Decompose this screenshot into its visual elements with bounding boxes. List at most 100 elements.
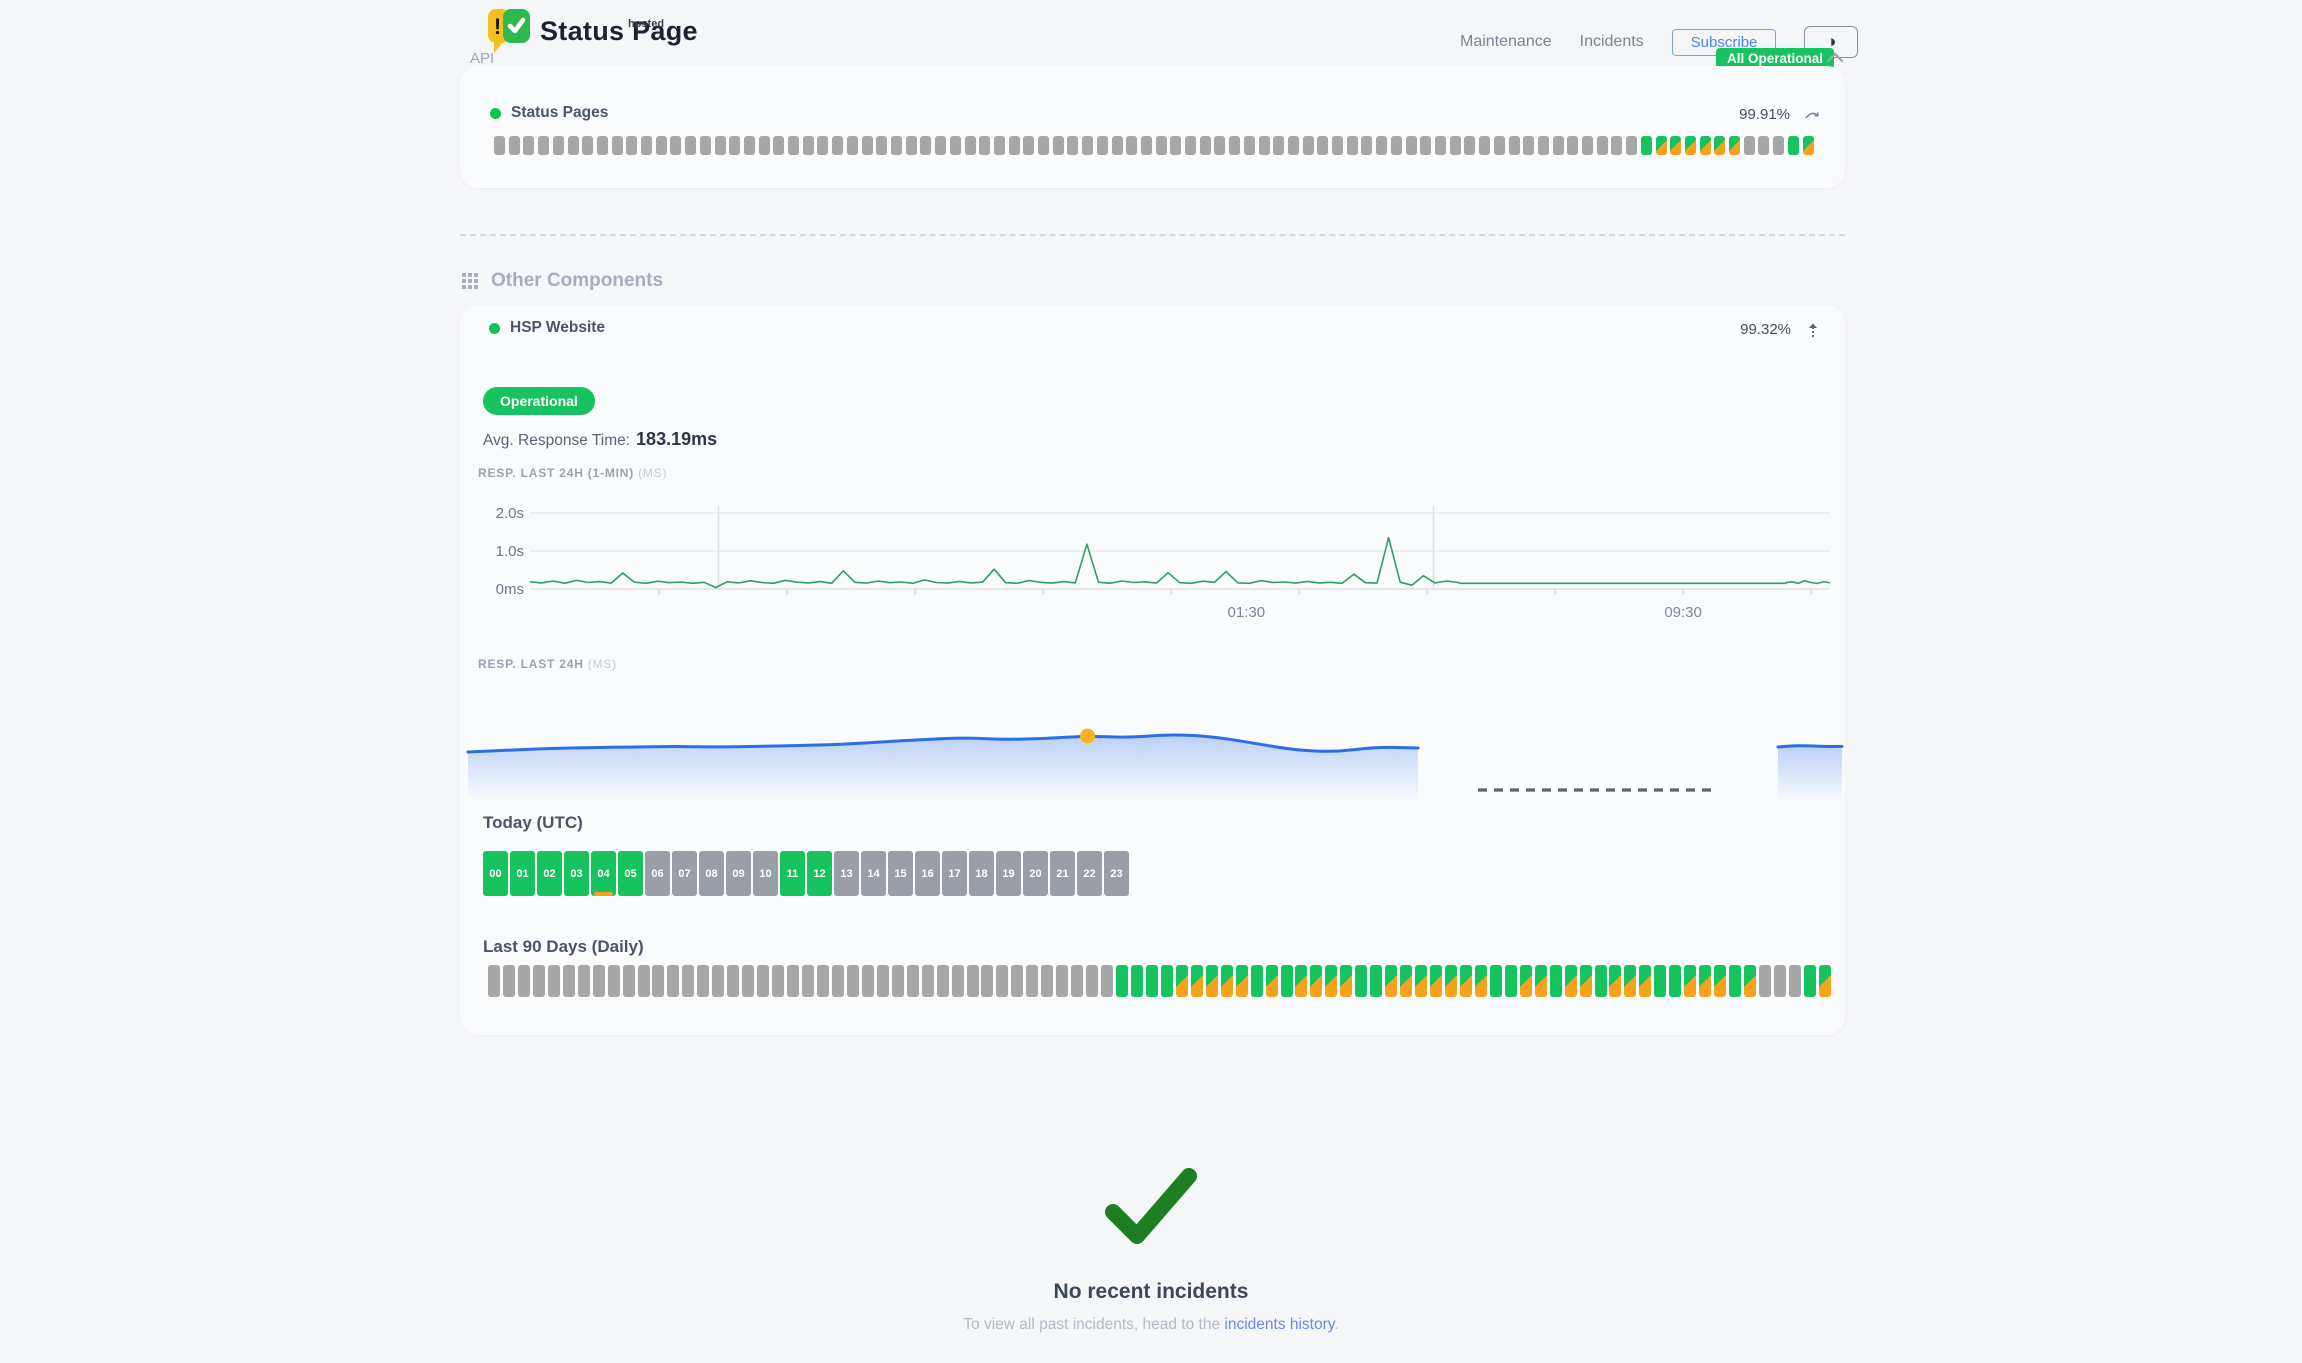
uptime-day-bar (1288, 136, 1299, 155)
section-divider (460, 234, 1845, 236)
uptime-day-bar (1266, 965, 1278, 997)
uptime-day-bar (1580, 965, 1592, 997)
uptime-day-bar (759, 136, 770, 155)
uptime-bar-row (494, 136, 1814, 155)
uptime-day-bar (1236, 965, 1248, 997)
uptime-day-bar (877, 965, 889, 997)
uptime-day-bar (1639, 965, 1651, 997)
uptime-day-bar (1185, 136, 1196, 155)
uptime-day-bar (1400, 965, 1412, 997)
uptime-day-bar (641, 136, 652, 155)
uptime-day-bar (744, 136, 755, 155)
uptime-day-bar (1774, 965, 1786, 997)
uptime-day-bar (817, 965, 829, 997)
uptime-day-bar (802, 965, 814, 997)
uptime-day-bar (773, 136, 784, 155)
refresh-icon[interactable] (1804, 108, 1821, 122)
response-time-area-chart (460, 690, 1845, 820)
incidents-history-link[interactable]: incidents history (1224, 1316, 1334, 1333)
uptime-day-bar (817, 136, 828, 155)
chevron-up-icon[interactable] (1826, 52, 1844, 64)
chart-label-text: RESP. LAST 24H (478, 657, 584, 671)
brand-name: Status Page (540, 16, 698, 47)
uptime-day-bar (862, 965, 874, 997)
uptime-day-bar (593, 965, 605, 997)
uptime-day-bar (891, 136, 902, 155)
nav-link-maintenance[interactable]: Maintenance (1460, 33, 1552, 51)
uptime-day-bar (967, 965, 979, 997)
uptime-day-bar (994, 136, 1005, 155)
uptime-day-bar (1490, 965, 1502, 997)
uptime-day-bar (1535, 965, 1547, 997)
component-card-hsp-website: HSP Website 99.32% Operational Avg. Resp… (460, 305, 1845, 1035)
hour-block: 06 (645, 851, 670, 896)
uptime-day-bar (488, 965, 500, 997)
uptime-day-bar (1038, 136, 1049, 155)
uptime-day-bar (1450, 136, 1461, 155)
section-label-api: API (470, 50, 494, 67)
uptime-day-bar (1295, 965, 1307, 997)
component-header: HSP Website (489, 319, 605, 337)
uptime-day-bar (509, 136, 520, 155)
no-recent-incidents-title: No recent incidents (0, 1280, 2302, 1304)
uptime-day-bar (1281, 965, 1293, 997)
chart-marker-dot[interactable] (1080, 729, 1095, 744)
uptime-summary: 99.32% (1740, 321, 1819, 338)
uptime-day-bar (832, 965, 844, 997)
uptime-day-bar (1229, 136, 1240, 155)
uptime-day-bar (1332, 136, 1343, 155)
uptime-day-bar (1744, 965, 1756, 997)
uptime-day-bar (907, 965, 919, 997)
uptime-day-bar (1325, 965, 1337, 997)
uptime-day-bar (935, 136, 946, 155)
hour-block: 13 (834, 851, 859, 896)
uptime-day-bar (1391, 136, 1402, 155)
uptime-day-bar (1582, 136, 1593, 155)
uptime-day-bar (1553, 136, 1564, 155)
hour-block: 15 (888, 851, 913, 896)
uptime-day-bar (1244, 136, 1255, 155)
uptime-day-bar (1067, 136, 1078, 155)
uptime-day-bar (1759, 965, 1771, 997)
svg-text:01:30: 01:30 (1228, 604, 1266, 621)
uptime-day-bar (1116, 965, 1128, 997)
uptime-day-bar (937, 965, 949, 997)
uptime-day-bar (1026, 965, 1038, 997)
uptime-day-bar (1788, 136, 1799, 155)
uptime-day-bar (1071, 965, 1083, 997)
uptime-day-bar (1355, 965, 1367, 997)
resp-1min-chart-svg: 2.0s1.0s0ms01:3009:30 (480, 500, 1840, 648)
uptime-day-bar (1023, 136, 1034, 155)
uptime-day-bar (670, 136, 681, 155)
hour-block: 20 (1023, 851, 1048, 896)
chart-label-unit: (MS) (638, 466, 667, 480)
component-name: HSP Website (510, 319, 605, 337)
uptime-day-bar (712, 965, 724, 997)
uptime-day-bar (1479, 136, 1490, 155)
uptime-day-bar (1041, 965, 1053, 997)
uptime-day-bar (832, 136, 843, 155)
uptime-day-bar (612, 136, 623, 155)
hour-block: 22 (1077, 851, 1102, 896)
uptime-day-bar (1086, 965, 1098, 997)
hour-block: 07 (672, 851, 697, 896)
nav-link-incidents[interactable]: Incidents (1580, 33, 1644, 51)
today-hour-blocks: 0001020304050607080910111213141516171819… (483, 851, 1129, 896)
incidents-subtitle: To view all past incidents, head to the … (0, 1316, 2302, 1334)
uptime-summary: 99.91% (1739, 106, 1821, 123)
uptime-day-bar (1056, 965, 1068, 997)
uptime-day-bar (1656, 136, 1667, 155)
status-page: ! Status Page hosted Maintenance Inciden… (0, 0, 2302, 1363)
svg-text:0ms: 0ms (496, 581, 524, 598)
uptime-day-bar (682, 965, 694, 997)
uptime-day-bar (1819, 965, 1831, 997)
uptime-day-bar (1565, 965, 1577, 997)
avg-response-label: Avg. Response Time: (483, 432, 630, 449)
response-time-line-chart: 2.0s1.0s0ms01:3009:30 (480, 500, 1840, 648)
uptime-day-bar (862, 136, 873, 155)
uptime-day-bar (1699, 965, 1711, 997)
hour-block: 11 (780, 851, 805, 896)
uptime-day-bar (1685, 136, 1696, 155)
uptime-day-bar (1523, 136, 1534, 155)
uptime-day-bar (1141, 136, 1152, 155)
